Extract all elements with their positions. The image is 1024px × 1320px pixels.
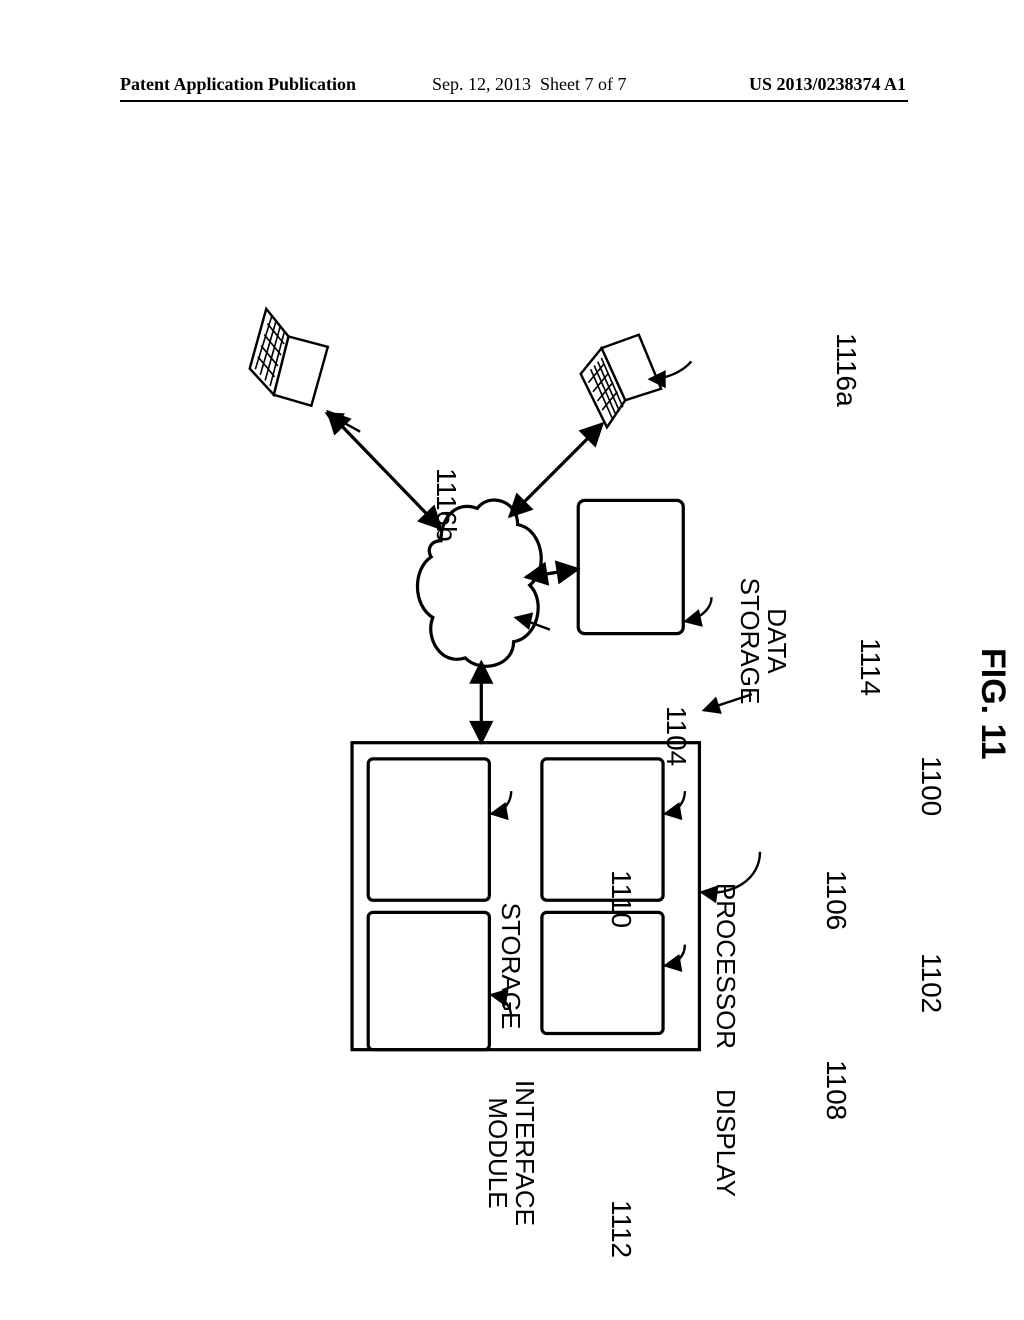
ref-1104: 1104 [660, 706, 692, 766]
link-laptop-b-cloud [328, 411, 441, 528]
laptop-b-icon [246, 308, 332, 407]
ref-1116b: 1116b [430, 468, 462, 542]
header-date: Sep. 12, 2013 [432, 74, 531, 94]
label-interface: INTERFACE MODULE [483, 1070, 538, 1236]
figure-title: FIG. 11 [973, 648, 1012, 760]
ref-1110: 1110 [605, 870, 637, 928]
ref-1100: 1100 [915, 756, 947, 816]
interface-module-box [368, 912, 489, 1049]
label-display: DISPLAY [712, 1073, 739, 1213]
label-storage: STORAGE [497, 882, 524, 1050]
label-datastorage-l1: DATA [762, 608, 792, 673]
ref-1116a: 1116a [830, 333, 862, 407]
laptop-a-icon [576, 333, 665, 430]
data-storage-box [578, 500, 683, 633]
page: Patent Application Publication Sep. 12, … [0, 0, 1024, 1320]
label-datastorage-l2: STORAGE [735, 578, 765, 705]
ref-1106: 1106 [820, 870, 852, 930]
label-processor: PROCESSOR [712, 882, 739, 1050]
ref-1114: 1114 [854, 638, 886, 696]
header-rule [120, 100, 908, 102]
figure-11: FIG. 11 1100 1102 1106 1108 1110 1112 11… [2, 258, 1022, 1082]
link-laptop-a-cloud [510, 424, 603, 517]
label-interface-l1: INTERFACE [510, 1080, 540, 1226]
display-box [542, 912, 663, 1033]
ref-1108: 1108 [820, 1060, 852, 1120]
header-publication: Patent Application Publication [120, 74, 356, 95]
label-datastorage: DATA STORAGE [735, 562, 790, 720]
header-pubno: US 2013/0238374 A1 [749, 74, 906, 95]
header-date-sheet: Sep. 12, 2013 Sheet 7 of 7 [432, 74, 626, 95]
header-sheet: Sheet 7 of 7 [540, 74, 626, 94]
label-interface-l2: MODULE [483, 1097, 513, 1208]
ref-1112: 1112 [605, 1200, 637, 1258]
storage-box [368, 759, 489, 900]
ref-1102: 1102 [915, 953, 947, 1013]
processor-box [542, 759, 663, 900]
